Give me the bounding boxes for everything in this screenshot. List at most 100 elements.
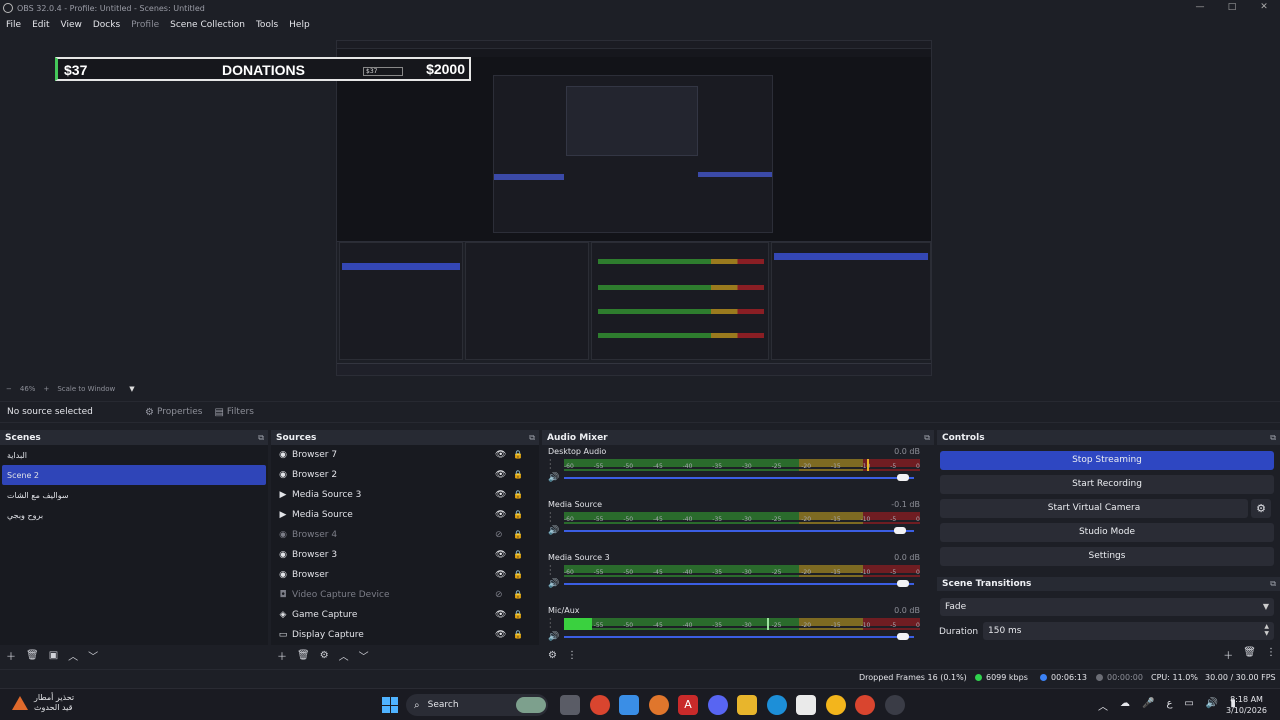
acrobat-icon[interactable]: A bbox=[678, 695, 698, 715]
properties-button[interactable]: ⚙ Properties bbox=[145, 407, 202, 418]
volume-fader-knob[interactable] bbox=[893, 527, 906, 534]
lock-icon[interactable]: 🔒 bbox=[513, 610, 523, 619]
settings-button[interactable]: Settings bbox=[940, 547, 1274, 566]
volume-icon[interactable]: 🔊 bbox=[1206, 698, 1218, 713]
source-item-hidden[interactable]: ◉ Browser 4 ⊘ 🔒 bbox=[271, 525, 539, 545]
weather-widget[interactable]: تحذير أمطار قيد الحدوث bbox=[12, 693, 74, 713]
discord-icon[interactable] bbox=[707, 695, 728, 715]
language-icon[interactable]: ع bbox=[1166, 698, 1172, 713]
volume-fader[interactable] bbox=[564, 636, 914, 638]
undock-icon[interactable]: ⧉ bbox=[1270, 433, 1276, 443]
start-recording-button[interactable]: Start Recording bbox=[940, 475, 1274, 494]
visibility-eye-icon[interactable]: 👁 bbox=[495, 550, 506, 560]
remove-scene-icon[interactable]: 🗑 bbox=[26, 650, 39, 661]
move-down-icon[interactable]: ﹀ bbox=[88, 648, 98, 663]
copilot-icon[interactable] bbox=[619, 695, 639, 715]
visibility-hidden-icon[interactable]: ⊘ bbox=[495, 530, 503, 540]
lock-icon[interactable]: 🔒 bbox=[513, 450, 523, 459]
source-item[interactable]: ◉ Browser 3 👁 🔒 bbox=[271, 545, 539, 565]
undock-icon[interactable]: ⧉ bbox=[529, 433, 535, 443]
chrome-icon[interactable] bbox=[589, 695, 610, 715]
menu-tools[interactable]: Tools bbox=[256, 20, 278, 30]
studio-mode-button[interactable]: Studio Mode bbox=[940, 523, 1274, 542]
undock-icon[interactable]: ⧉ bbox=[1270, 579, 1276, 589]
source-item[interactable]: ▶ Media Source 👁 🔒 bbox=[271, 505, 539, 525]
filters-button[interactable]: ▤ Filters bbox=[214, 407, 253, 418]
minimize-button[interactable]: — bbox=[1184, 0, 1216, 16]
move-down-icon[interactable]: ﹀ bbox=[359, 648, 369, 663]
store-icon[interactable] bbox=[796, 695, 816, 715]
speaker-icon[interactable]: 🔊 bbox=[548, 632, 559, 642]
move-up-icon[interactable]: ︿ bbox=[68, 648, 78, 663]
source-item[interactable]: ▭ Display Capture 👁 🔒 bbox=[271, 625, 539, 645]
menu-view[interactable]: View bbox=[61, 20, 82, 30]
source-item[interactable]: ◉ Browser 2 👁 🔒 bbox=[271, 465, 539, 485]
microphone-icon[interactable]: 🎤 bbox=[1142, 698, 1154, 713]
visibility-eye-icon[interactable]: 👁 bbox=[495, 450, 506, 460]
visibility-hidden-icon[interactable]: ⊘ bbox=[495, 590, 503, 600]
undock-icon[interactable]: ⧉ bbox=[924, 433, 930, 443]
task-view-icon[interactable] bbox=[560, 695, 580, 715]
source-item[interactable]: ◈ Game Capture 👁 🔒 bbox=[271, 605, 539, 625]
scene-item[interactable]: البداية bbox=[0, 445, 268, 465]
obs-taskbar-icon[interactable] bbox=[884, 695, 905, 715]
cloud-icon[interactable]: ☁ bbox=[1120, 698, 1130, 713]
lock-icon[interactable]: 🔒 bbox=[513, 470, 523, 479]
transition-select[interactable]: Fade ▼ bbox=[940, 598, 1274, 616]
firefox-icon[interactable] bbox=[648, 695, 669, 715]
stop-streaming-button[interactable]: Stop Streaming bbox=[940, 451, 1274, 470]
spinner-arrows-icon[interactable]: ▲ ▼ bbox=[1264, 623, 1269, 637]
taskbar-search[interactable]: ⌕ Search bbox=[406, 694, 548, 716]
volume-fader[interactable] bbox=[564, 477, 914, 479]
network-icon[interactable]: ▭ bbox=[1184, 698, 1193, 713]
lock-icon[interactable]: 🔒 bbox=[513, 590, 523, 599]
channel-menu-icon[interactable]: · · · bbox=[549, 616, 552, 632]
source-item-hidden[interactable]: ◘ Video Capture Device ⊘ 🔒 bbox=[271, 585, 539, 605]
visibility-eye-icon[interactable]: 👁 bbox=[495, 490, 506, 500]
add-source-icon[interactable]: ＋ bbox=[277, 648, 287, 663]
menu-edit[interactable]: Edit bbox=[32, 20, 49, 30]
more-menu-icon[interactable]: ⋮ bbox=[567, 650, 577, 661]
tray-overflow-icon[interactable]: ︿ bbox=[1098, 698, 1108, 713]
close-button[interactable]: ✕ bbox=[1248, 0, 1280, 16]
zoom-out-button[interactable]: − bbox=[6, 385, 12, 393]
menu-file[interactable]: File bbox=[6, 20, 21, 30]
channel-menu-icon[interactable]: · · · bbox=[549, 457, 552, 473]
add-transition-icon[interactable]: ＋ bbox=[1223, 647, 1233, 662]
visibility-eye-icon[interactable]: 👁 bbox=[495, 470, 506, 480]
file-explorer-icon[interactable] bbox=[737, 695, 757, 715]
visibility-eye-icon[interactable]: 👁 bbox=[495, 510, 506, 520]
advanced-audio-icon[interactable]: ⚙ bbox=[548, 650, 557, 661]
taskbar-clock[interactable]: 8:18 AM 3/10/2026 bbox=[1226, 694, 1267, 716]
menu-help[interactable]: Help bbox=[289, 20, 310, 30]
lock-icon[interactable]: 🔒 bbox=[513, 510, 523, 519]
menu-docks[interactable]: Docks bbox=[93, 20, 120, 30]
speaker-icon[interactable]: 🔊 bbox=[548, 526, 559, 536]
scene-filters-icon[interactable]: ▣ bbox=[49, 650, 58, 661]
zoom-in-button[interactable]: + bbox=[43, 385, 49, 393]
volume-fader-knob[interactable] bbox=[897, 580, 909, 587]
channel-menu-icon[interactable]: · · · bbox=[549, 510, 552, 526]
scene-item-active[interactable]: Scene 2 bbox=[2, 465, 266, 485]
source-item[interactable]: ▶ Media Source 3 👁 🔒 bbox=[271, 485, 539, 505]
remove-source-icon[interactable]: 🗑 bbox=[297, 650, 310, 661]
chrome-profile-icon[interactable] bbox=[855, 695, 875, 715]
menu-profile[interactable]: Profile bbox=[131, 20, 159, 30]
remove-transition-icon[interactable]: 🗑 bbox=[1243, 647, 1256, 662]
scene-item[interactable]: بروح وبجي bbox=[0, 505, 268, 525]
source-item[interactable]: ◉ Browser 7 👁 🔒 bbox=[271, 445, 539, 465]
duration-input[interactable]: 150 ms ▲ ▼ bbox=[983, 622, 1274, 640]
volume-fader-knob[interactable] bbox=[897, 474, 909, 481]
lock-icon[interactable]: 🔒 bbox=[513, 570, 523, 579]
lock-icon[interactable]: 🔒 bbox=[513, 530, 523, 539]
visibility-eye-icon[interactable]: 👁 bbox=[495, 570, 506, 580]
lock-icon[interactable]: 🔒 bbox=[513, 490, 523, 499]
move-up-icon[interactable]: ︿ bbox=[339, 648, 349, 663]
start-virtual-camera-button[interactable]: Start Virtual Camera bbox=[940, 499, 1248, 518]
volume-fader[interactable] bbox=[564, 530, 914, 532]
menu-scene-collection[interactable]: Scene Collection bbox=[170, 20, 245, 30]
lock-icon[interactable]: 🔒 bbox=[513, 550, 523, 559]
volume-fader-knob[interactable] bbox=[897, 633, 909, 640]
add-scene-icon[interactable]: ＋ bbox=[6, 648, 16, 663]
scale-mode-dropdown-icon[interactable]: ▼ bbox=[129, 385, 134, 393]
